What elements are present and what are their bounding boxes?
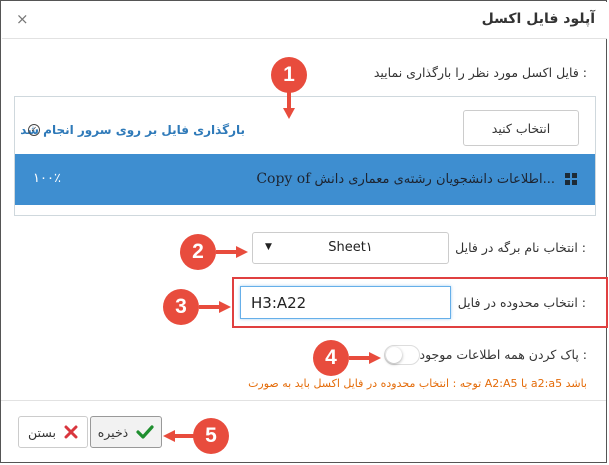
chevron-down-icon: ▼	[265, 242, 272, 252]
close-button-label: بستن	[28, 424, 56, 440]
sheet-selected-value: Sheet۱	[328, 240, 373, 255]
arrow-right-icon	[199, 301, 231, 313]
range-input[interactable]	[240, 286, 451, 319]
arrow-left-icon	[163, 430, 195, 442]
dialog-titlebar: آپلود فایل اکسل ×	[2, 2, 607, 39]
arrow-right-icon	[216, 246, 248, 258]
marker-4: 4	[313, 340, 349, 376]
upload-panel: انتخاب کنید بارگذاری فایل بر روی سرور ان…	[14, 96, 596, 216]
arrow-down-icon	[283, 92, 295, 119]
file-name: Copy of اطلاعات دانشجویان رشته‌ی معماری …	[256, 171, 555, 187]
check-circle-icon: ✓	[28, 124, 40, 136]
range-label: انتخاب محدوده در فایل :	[457, 295, 586, 310]
x-icon	[64, 425, 78, 439]
dialog-title: آپلود فایل اکسل	[481, 11, 595, 27]
check-icon	[136, 425, 154, 439]
arrow-right-icon	[349, 352, 381, 364]
save-button-label: ذخیره	[97, 424, 129, 440]
toggle-knob	[386, 347, 402, 363]
marker-1: 1	[271, 57, 307, 93]
clear-data-label: پاک کردن همه اطلاعات موجود :	[419, 347, 588, 362]
marker-5: 5	[193, 418, 229, 454]
upload-status-text: بارگذاری فایل بر روی سرور انجام شد	[20, 123, 245, 137]
file-grid-icon	[565, 173, 577, 185]
clear-data-toggle[interactable]	[384, 345, 420, 365]
progress-percent: ۱۰۰٪	[33, 171, 61, 186]
file-name-rest: اطلاعات دانشجویان رشته‌ی معماری دانش...	[314, 172, 555, 187]
close-icon[interactable]: ×	[16, 10, 29, 28]
sheet-select[interactable]: Sheet۱ ▼	[252, 232, 449, 264]
close-button[interactable]: بستن	[18, 416, 88, 448]
marker-2: 2	[180, 234, 216, 270]
range-format-note: توجه : انتخاب محدوده در فایل اکسل باید ب…	[248, 377, 587, 390]
sheet-label: انتخاب نام برگه در فایل :	[455, 240, 586, 255]
file-name-prefix: Copy of	[256, 171, 311, 187]
save-button[interactable]: ذخیره	[90, 416, 162, 448]
file-progress-row: Copy of اطلاعات دانشجویان رشته‌ی معماری …	[15, 154, 595, 205]
select-file-button[interactable]: انتخاب کنید	[463, 110, 579, 146]
marker-3: 3	[163, 289, 199, 325]
footer-divider	[1, 400, 606, 401]
upload-instruction: فایل اکسل مورد نظر را بارگذاری نمایید :	[373, 65, 587, 80]
